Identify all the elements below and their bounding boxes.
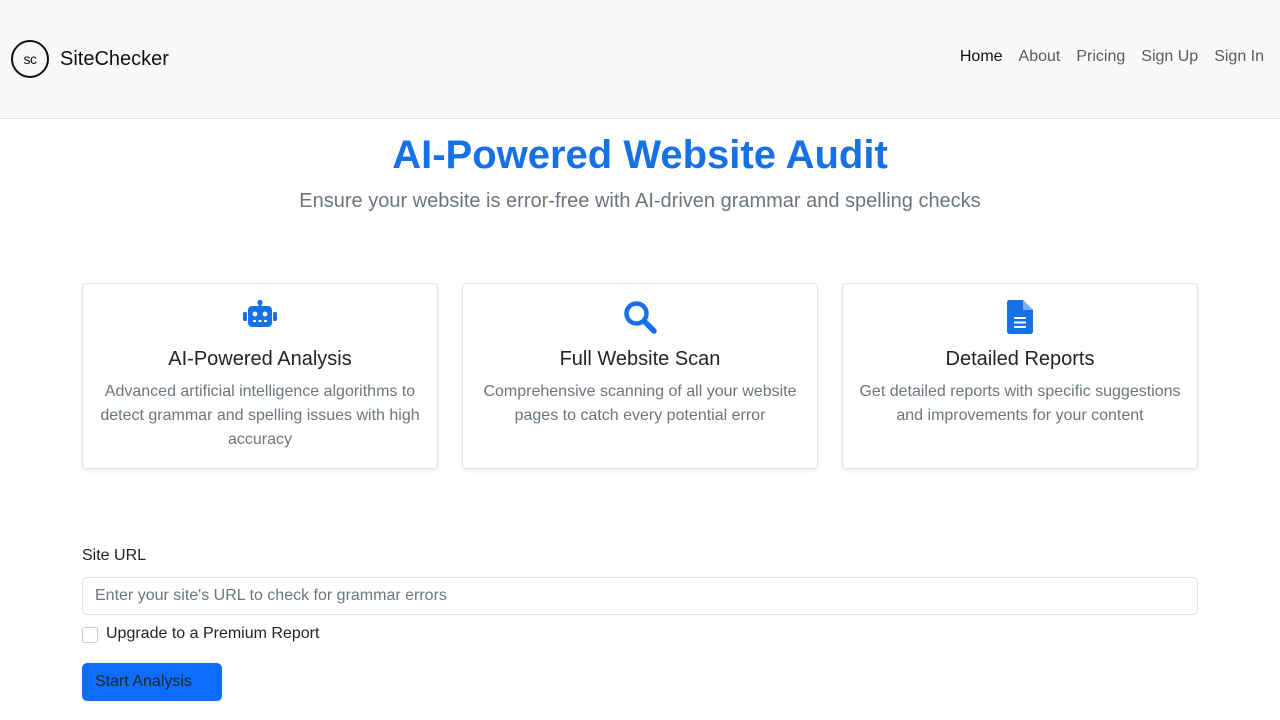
start-analysis-button[interactable]: Start Analysis: [82, 663, 222, 701]
page-title: AI-Powered Website Audit: [392, 133, 888, 177]
document-icon: [843, 300, 1197, 334]
feature-description: Comprehensive scanning of all your websi…: [483, 383, 797, 424]
premium-report-label[interactable]: Upgrade to a Premium Report: [106, 624, 319, 644]
nav-home[interactable]: Home: [952, 47, 1011, 67]
feature-title: AI-Powered Analysis: [168, 348, 352, 370]
search-icon: [463, 300, 817, 334]
nav-sign-up[interactable]: Sign Up: [1133, 47, 1206, 67]
feature-card-detailed-reports: Detailed Reports Get detailed reports wi…: [842, 283, 1198, 469]
feature-title: Full Website Scan: [559, 348, 721, 370]
site-url-input[interactable]: [82, 577, 1198, 615]
feature-description: Advanced artificial intelligence algorit…: [100, 383, 420, 448]
premium-report-checkbox[interactable]: [82, 627, 98, 643]
logo-text: sc: [23, 51, 38, 67]
nav-about[interactable]: About: [1011, 47, 1069, 67]
main-nav: Home About Pricing Sign Up Sign In: [952, 47, 1272, 67]
robot-icon: [83, 300, 437, 334]
nav-pricing[interactable]: Pricing: [1068, 47, 1133, 67]
navbar: sc SiteChecker Home About Pricing Sign U…: [0, 0, 1280, 119]
nav-sign-in[interactable]: Sign In: [1206, 47, 1272, 67]
logo-icon: sc: [11, 40, 49, 78]
feature-card-ai-analysis: AI-Powered Analysis Advanced artificial …: [82, 283, 438, 469]
page-subtitle: Ensure your website is error-free with A…: [299, 190, 981, 212]
brand-name: SiteChecker: [60, 47, 169, 70]
premium-option: Upgrade to a Premium Report: [82, 624, 319, 644]
brand-link[interactable]: sc SiteChecker: [11, 40, 169, 78]
feature-card-full-scan: Full Website Scan Comprehensive scanning…: [462, 283, 818, 469]
feature-title: Detailed Reports: [945, 348, 1095, 370]
site-url-label: Site URL: [82, 547, 147, 564]
feature-description: Get detailed reports with specific sugge…: [859, 383, 1181, 424]
